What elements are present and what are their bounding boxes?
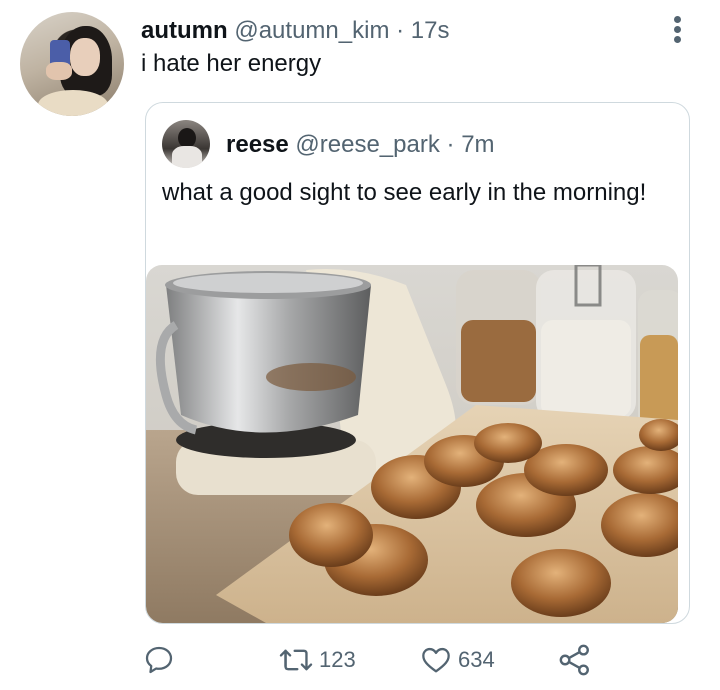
quoted-tweet-text: what a good sight to see early in the mo… <box>162 179 647 206</box>
author-avatar[interactable] <box>20 12 124 116</box>
avatar-face <box>70 38 100 76</box>
quoted-tweet-photo[interactable] <box>146 265 678 623</box>
author-handle[interactable]: @autumn_kim <box>234 17 389 44</box>
author-name[interactable]: autumn <box>141 17 228 44</box>
quoted-tweet-header: reese @reese_park · 7m <box>226 129 495 161</box>
retweet-icon <box>279 649 313 671</box>
tweet-text: i hate her energy <box>141 50 322 77</box>
tweet-actions: 123 634 <box>0 638 720 682</box>
reply-button[interactable] <box>143 638 185 682</box>
avatar-hand <box>46 62 72 80</box>
heart-icon <box>422 647 450 673</box>
reply-icon <box>145 646 173 674</box>
retweet-button[interactable]: 123 <box>279 638 356 682</box>
like-button[interactable]: 634 <box>420 638 495 682</box>
header-separator: · <box>396 17 405 44</box>
quoted-tweet-time[interactable]: 7m <box>461 131 494 158</box>
quoted-avatar-body <box>172 146 202 168</box>
share-button[interactable] <box>558 638 592 682</box>
avatar-bread <box>38 90 108 116</box>
quoted-tweet[interactable]: reese @reese_park · 7m what a good sight… <box>145 102 690 624</box>
quoted-author-avatar[interactable] <box>162 120 210 168</box>
quoted-avatar-head <box>178 128 196 148</box>
like-count: 634 <box>458 647 495 672</box>
more-vertical-icon[interactable] <box>668 14 688 46</box>
tweet-time[interactable]: 17s <box>411 17 450 44</box>
kitchen-baking-image <box>146 265 678 623</box>
quoted-header-separator: · <box>446 131 455 158</box>
retweet-count: 123 <box>319 647 356 672</box>
quoted-author-name[interactable]: reese <box>226 131 289 158</box>
tweet-header: autumn @autumn_kim · 17s <box>141 14 449 48</box>
quoted-author-handle[interactable]: @reese_park <box>295 131 439 158</box>
share-icon <box>559 644 589 676</box>
